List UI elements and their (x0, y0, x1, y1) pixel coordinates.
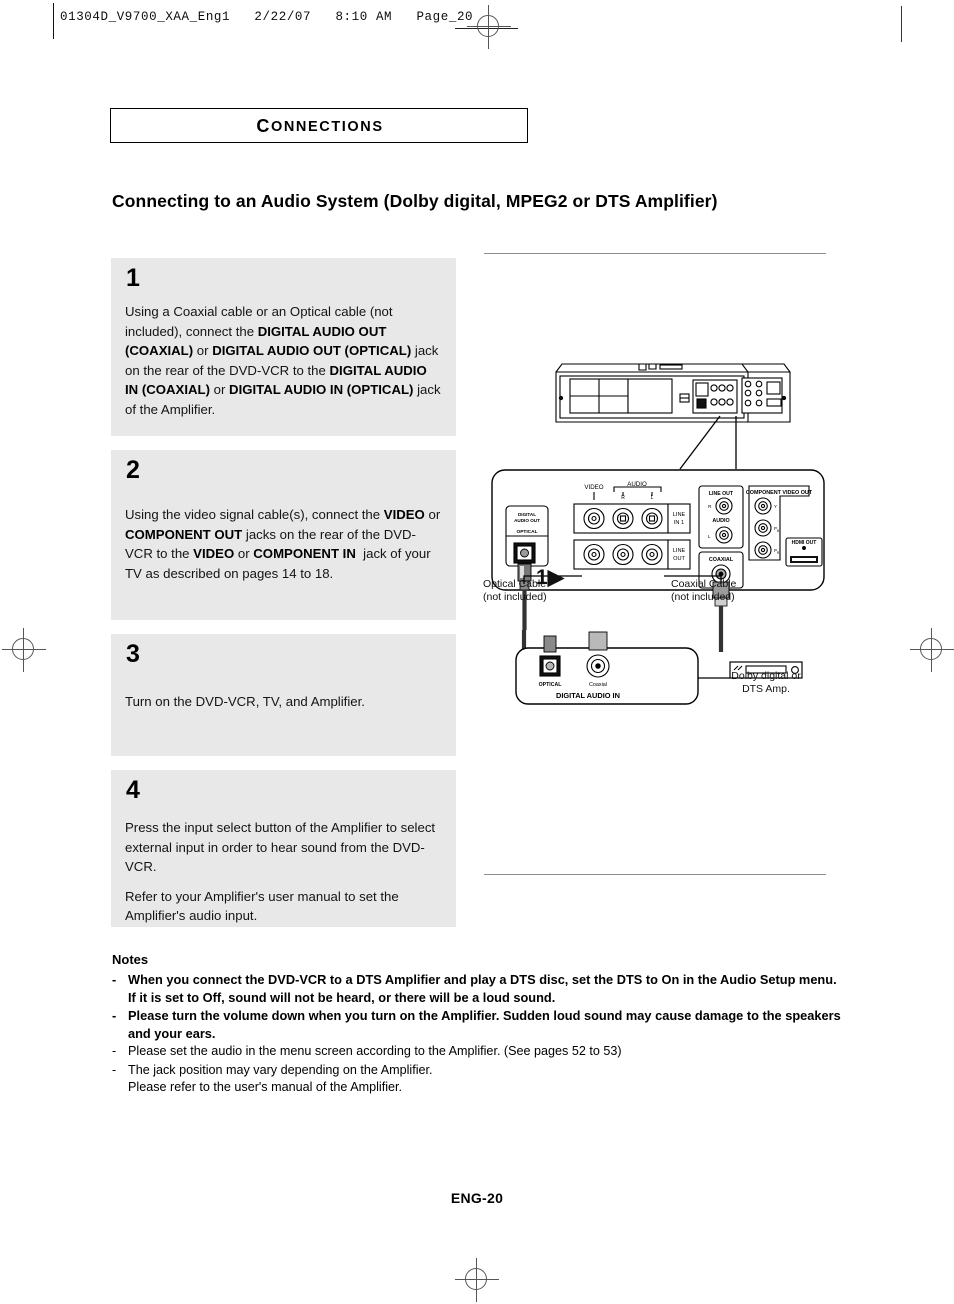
step-box-4: 4 Press the input select button of the A… (111, 770, 456, 927)
note-text: Please turn the volume down when you tur… (128, 1008, 841, 1041)
svg-text:L: L (651, 495, 654, 501)
step-marker-1: 1▶ (536, 566, 564, 589)
svg-text:IN 1: IN 1 (674, 520, 684, 526)
note-item: - When you connect the DVD-VCR to a DTS A… (112, 971, 842, 1006)
note-item: - Please turn the volume down when you tu… (112, 1007, 842, 1042)
step-box-1: 1 Using a Coaxial cable or an Optical ca… (111, 258, 456, 436)
note-item: - The jack position may vary depending on… (112, 1062, 842, 1097)
step-text-2: Using the video signal cable(s), connect… (125, 507, 441, 581)
svg-text:Coaxial: Coaxial (589, 682, 607, 688)
page-title: Connecting to an Audio System (Dolby dig… (112, 191, 718, 211)
notes-heading: Notes (112, 952, 149, 967)
note-text: When you connect the DVD-VCR to a DTS Am… (128, 972, 837, 1005)
label-line-2: DTS Amp. (742, 683, 790, 695)
svg-text:AUDIO OUT: AUDIO OUT (514, 518, 540, 523)
manual-page: C ONNECTIONS Connecting to an Audio Syste… (0, 0, 954, 1304)
note-text: The jack position may vary depending on … (128, 1062, 433, 1095)
svg-text:LINE: LINE (673, 548, 686, 554)
svg-text:DIGITAL: DIGITAL (518, 512, 536, 517)
svg-text:L: L (708, 534, 711, 539)
svg-text:VIDEO: VIDEO (584, 484, 603, 491)
svg-text:COAXIAL: COAXIAL (709, 557, 734, 563)
svg-text:OUT: OUT (673, 556, 685, 562)
svg-text:Y: Y (774, 504, 777, 509)
notes-section: Notes - When you connect the DVD-VCR to a… (112, 952, 842, 1098)
note-bullet: - (112, 1008, 117, 1023)
note-bullet: - (112, 1044, 117, 1058)
note-text: Please set the audio in the menu screen … (128, 1044, 622, 1058)
step-text-4: Press the input select button of the Amp… (125, 820, 436, 923)
label-line-2: (not included) (671, 590, 735, 603)
step-box-3: 3 Turn on the DVD-VCR, TV, and Amplifier… (111, 634, 456, 756)
svg-text:COMPONENT VIDEO OUT: COMPONENT VIDEO OUT (746, 490, 813, 496)
step-text-3: Turn on the DVD-VCR, TV, and Amplifier. (125, 694, 365, 709)
svg-text:B: B (777, 529, 779, 533)
connection-diagram: DIGITAL AUDIO OUT OPTICAL VIDEO AUDIO R … (483, 300, 834, 720)
svg-text:R: R (621, 495, 625, 501)
step-marker-number: 1 (536, 566, 548, 589)
svg-text:OPTICAL: OPTICAL (539, 682, 563, 688)
step-number-4: 4 (126, 776, 140, 804)
step-number-3: 3 (126, 640, 140, 668)
diagram-svg: DIGITAL AUDIO OUT OPTICAL VIDEO AUDIO R … (491, 363, 825, 705)
note-bullet: - (112, 972, 117, 987)
step-box-2: 2 Using the video signal cable(s), conne… (111, 450, 456, 620)
diagram-rule-bottom (484, 874, 826, 875)
notes-list: - When you connect the DVD-VCR to a DTS A… (112, 971, 842, 1097)
svg-text:OPTICAL: OPTICAL (516, 529, 537, 535)
section-title-rest: ONNECTIONS (270, 118, 384, 135)
step-text-1: Using a Coaxial cable or an Optical cabl… (125, 304, 441, 417)
svg-text:AUDIO: AUDIO (712, 518, 729, 524)
callout-line-left (679, 415, 721, 470)
amplifier-input-panel (515, 630, 730, 705)
label-line-1: Dolby digital or (731, 670, 801, 682)
svg-text:DIGITAL AUDIO IN: DIGITAL AUDIO IN (556, 691, 620, 700)
amp-label: Dolby digital or DTS Amp. (716, 670, 816, 696)
section-header-box: C ONNECTIONS (110, 108, 528, 143)
svg-text:AUDIO: AUDIO (627, 481, 647, 488)
note-item: - Please set the audio in the menu screen… (112, 1043, 842, 1061)
label-line-1: Coaxial Cable (671, 578, 737, 590)
section-header-title: C ONNECTIONS (111, 109, 529, 144)
note-bullet: - (112, 1062, 117, 1077)
label-line-2: (not included) (483, 590, 547, 603)
step-number-2: 2 (126, 456, 140, 484)
svg-text:LINE: LINE (673, 512, 686, 518)
section-title-initial: C (256, 116, 271, 136)
step-number-1: 1 (126, 264, 140, 292)
dvd-vcr-rear-unit (555, 363, 791, 423)
page-folio: ENG-20 (450, 1190, 504, 1206)
coaxial-cable-label: Coaxial Cable (not included) (671, 578, 736, 603)
diagram-rule-top (484, 253, 826, 254)
svg-text:HDMI OUT: HDMI OUT (792, 540, 817, 546)
svg-text:LINE OUT: LINE OUT (709, 491, 734, 497)
